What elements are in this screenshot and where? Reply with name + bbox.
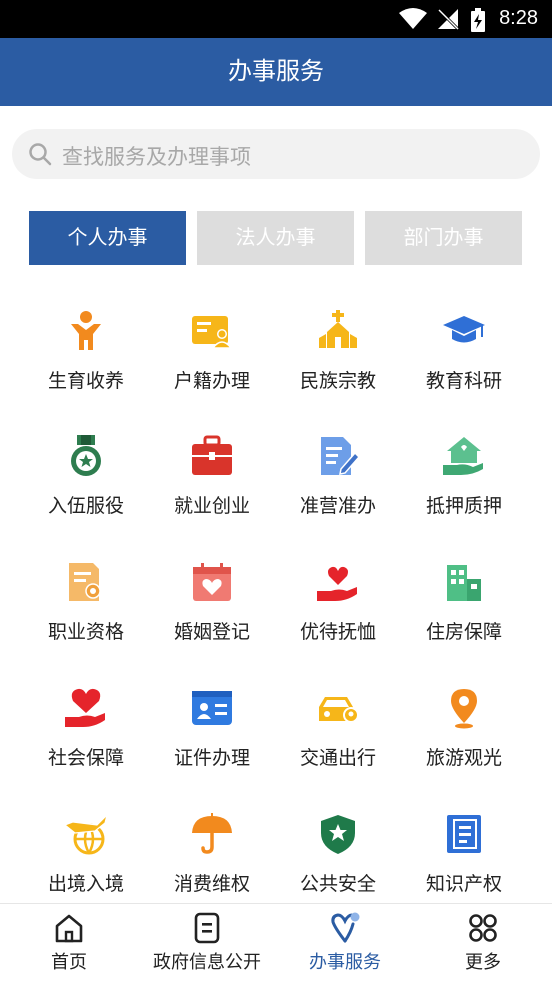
shield-star-icon <box>321 815 355 854</box>
search-input[interactable]: 查找服务及办理事项 <box>62 141 251 171</box>
service-label: 出境入境 <box>47 873 124 895</box>
service-item[interactable]: 入伍服役 <box>23 419 149 544</box>
search-bar[interactable]: 查找服务及办理事项 <box>12 129 540 179</box>
service-label: 抵押质押 <box>425 495 502 517</box>
medal-icon <box>71 435 101 476</box>
service-label: 优待抚恤 <box>299 621 376 643</box>
service-item[interactable]: 优待抚恤 <box>275 545 401 670</box>
service-label: 住房保障 <box>425 621 502 643</box>
graduation-cap-icon <box>443 316 485 343</box>
wifi-icon <box>399 8 427 29</box>
service-item[interactable]: 证件办理 <box>149 671 275 796</box>
briefcase-icon <box>192 435 232 475</box>
bottom-navigation: 首页 政府信息公开 办事服务 更多 <box>0 903 552 982</box>
service-label: 知识产权 <box>425 873 502 895</box>
car-icon <box>319 697 359 723</box>
service-item[interactable]: 交通出行 <box>275 671 401 796</box>
service-label: 婚姻登记 <box>173 621 250 643</box>
category-tabs: 个人办事 法人办事 部门办事 <box>29 211 523 265</box>
book-icon <box>447 815 481 853</box>
tab-legal-person[interactable]: 法人办事 <box>197 211 354 265</box>
service-item[interactable]: 职业资格 <box>23 545 149 670</box>
service-item[interactable]: 消费维权 <box>149 797 275 902</box>
service-label: 入伍服役 <box>47 495 124 517</box>
plane-globe-icon <box>65 814 107 855</box>
service-label: 职业资格 <box>47 621 124 643</box>
more-grid-icon <box>469 914 497 942</box>
service-label: 社会保障 <box>47 747 124 769</box>
service-grid: 生育收养 户籍办理 民族宗教 教育科研 入伍服役 就业创业 准营准办 抵押质押 … <box>23 294 529 902</box>
nav-label: 首页 <box>51 952 87 973</box>
service-label: 生育收养 <box>47 370 124 392</box>
battery-charging-icon <box>471 8 485 32</box>
nav-gov-info[interactable]: 政府信息公开 <box>138 904 276 982</box>
search-icon <box>29 143 52 166</box>
nav-label: 更多 <box>465 952 501 973</box>
house-hand-icon <box>443 437 483 475</box>
service-item[interactable]: 社会保障 <box>23 671 149 796</box>
service-label: 民族宗教 <box>299 370 376 392</box>
service-item[interactable]: 准营准办 <box>275 419 401 544</box>
service-item[interactable]: 出境入境 <box>23 797 149 902</box>
service-label: 消费维权 <box>173 873 250 895</box>
heart-hand-icon <box>65 688 105 727</box>
heart-hand-icon <box>317 566 357 601</box>
service-heart-icon <box>331 912 360 943</box>
id-badge-icon <box>192 691 232 725</box>
service-label: 证件办理 <box>173 747 250 769</box>
info-list-icon <box>194 912 220 944</box>
page-title: 办事服务 <box>228 57 324 85</box>
umbrella-icon <box>192 813 232 854</box>
service-item[interactable]: 抵押质押 <box>401 419 527 544</box>
service-label: 公共安全 <box>299 873 376 895</box>
service-item[interactable]: 生育收养 <box>23 294 149 419</box>
nav-label: 办事服务 <box>309 952 381 973</box>
heart-calendar-icon <box>193 563 231 601</box>
service-label: 准营准办 <box>299 495 376 517</box>
no-signal-icon <box>437 8 460 30</box>
service-item[interactable]: 公共安全 <box>275 797 401 902</box>
tab-personal[interactable]: 个人办事 <box>29 211 186 265</box>
nav-more[interactable]: 更多 <box>414 904 552 982</box>
nav-label: 政府信息公开 <box>153 952 261 973</box>
status-bar: 8:28 <box>0 0 552 38</box>
tab-department[interactable]: 部门办事 <box>365 211 522 265</box>
certificate-icon <box>69 563 101 601</box>
service-item[interactable]: 知识产权 <box>401 797 527 902</box>
nav-services[interactable]: 办事服务 <box>276 904 414 982</box>
service-label: 就业创业 <box>173 495 250 517</box>
service-item[interactable]: 婚姻登记 <box>149 545 275 670</box>
home-icon <box>55 914 83 943</box>
service-label: 教育科研 <box>425 370 502 392</box>
location-pin-icon <box>451 689 477 729</box>
id-card-icon <box>192 316 233 349</box>
service-label: 旅游观光 <box>425 747 502 769</box>
service-item[interactable]: 旅游观光 <box>401 671 527 796</box>
service-item[interactable]: 就业创业 <box>149 419 275 544</box>
status-time: 8:28 <box>499 7 538 29</box>
service-item[interactable]: 民族宗教 <box>275 294 401 419</box>
service-item[interactable]: 教育科研 <box>401 294 527 419</box>
document-edit-icon <box>321 437 359 475</box>
service-item[interactable]: 户籍办理 <box>149 294 275 419</box>
service-label: 户籍办理 <box>173 370 250 392</box>
service-label: 交通出行 <box>299 747 376 769</box>
church-icon <box>319 310 357 348</box>
nav-home[interactable]: 首页 <box>0 904 138 982</box>
buildings-icon <box>447 565 481 601</box>
app-bar: 办事服务 <box>0 38 552 106</box>
person-icon <box>71 311 101 350</box>
service-item[interactable]: 住房保障 <box>401 545 527 670</box>
